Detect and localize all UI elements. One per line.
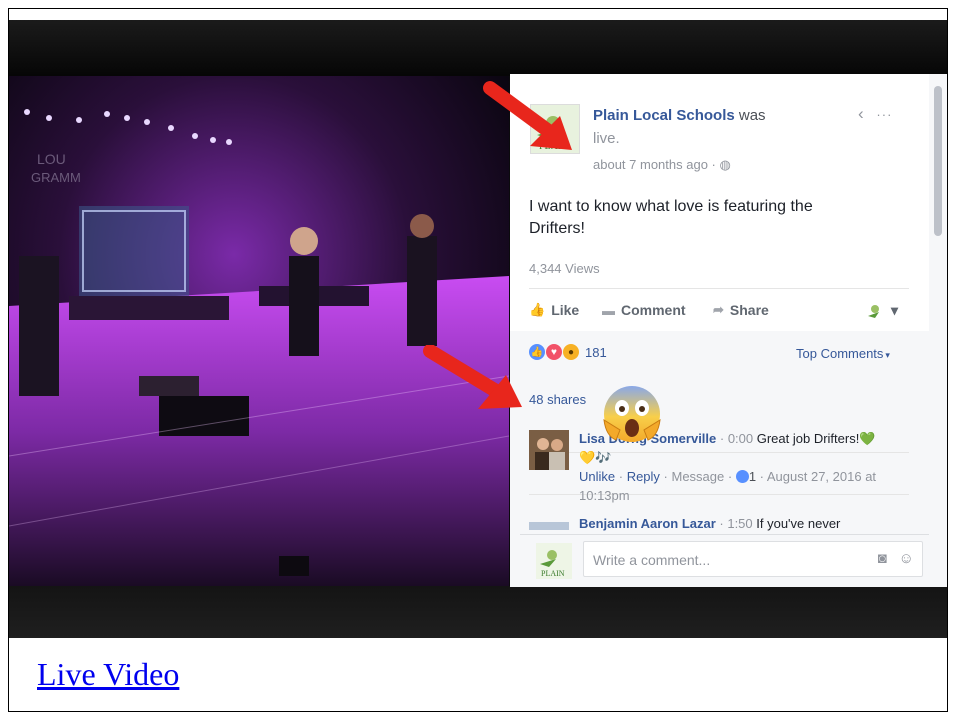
message-link[interactable]: Message xyxy=(672,469,725,484)
comments-scrollbar[interactable] xyxy=(929,74,947,587)
post-message: I want to know what love is featuring th… xyxy=(529,198,813,237)
like-icon: 👍 xyxy=(529,344,545,360)
commenter-avatar[interactable] xyxy=(529,430,569,470)
comment-like-count: 1 xyxy=(748,469,757,484)
current-page-avatar: PLAIN xyxy=(536,543,572,579)
like-button[interactable]: 👍 Like xyxy=(529,302,579,318)
unlike-link[interactable]: Unlike xyxy=(579,469,615,484)
share-label: Share xyxy=(729,302,769,318)
post-actions-bar: 👍 Like ▬ Comment ➦ Share ▾ xyxy=(529,302,911,324)
video-top-band xyxy=(9,20,947,76)
camera-icon[interactable]: ◙ xyxy=(878,550,887,567)
divider xyxy=(529,288,909,289)
comment-text: Great job Drifters! xyxy=(756,431,860,446)
scrollbar-thumb[interactable] xyxy=(934,86,942,236)
comment-like-icon xyxy=(735,470,749,483)
plain-schools-logo: PLAIN xyxy=(537,116,568,152)
page-mini-logo-icon xyxy=(868,304,879,318)
page-name-link[interactable]: Plain Local Schools xyxy=(593,107,735,124)
comment-author-link[interactable]: Benjamin Aaron Lazar xyxy=(579,516,716,531)
live-video-link[interactable]: Live Video xyxy=(37,656,179,693)
like-label: Like xyxy=(551,302,580,318)
commenter-photo xyxy=(529,430,569,470)
globe-icon: ◍ xyxy=(719,157,731,172)
separator: · xyxy=(615,469,627,484)
comment-text: If you've never xyxy=(756,516,841,531)
love-icon: ♥ xyxy=(546,344,562,360)
view-count: 4,344 Views xyxy=(529,261,600,276)
post-status-line: live. xyxy=(593,130,620,147)
comment-button[interactable]: ▬ Comment xyxy=(602,302,686,318)
speech-bubble-icon: ▬ xyxy=(602,302,615,318)
facebook-post-panel: PLAIN Plain Local Schools was live. abou… xyxy=(510,74,947,587)
comment-placeholder: Write a comment... xyxy=(593,552,711,568)
plain-schools-logo: PLAIN xyxy=(540,550,565,578)
post-time-text[interactable]: about 7 months ago · xyxy=(593,157,719,172)
comment-composer: PLAIN Write a comment... ◙ ☺ xyxy=(520,534,929,587)
commenter-avatar[interactable] xyxy=(529,522,569,530)
reaction-count: 181 xyxy=(585,344,607,360)
smiley-icon[interactable]: ☺ xyxy=(899,550,914,567)
shares-link[interactable]: 48 shares xyxy=(529,392,586,407)
caret-down-icon: ▾ xyxy=(885,350,890,360)
top-comments-dropdown[interactable]: Top Comments ▾ xyxy=(796,346,890,361)
separator: · xyxy=(659,469,672,484)
separator: · xyxy=(756,469,767,484)
stage-banner-text: LOU xyxy=(37,151,66,167)
top-comments-label: Top Comments xyxy=(796,346,884,361)
thumbs-up-icon: 👍 xyxy=(529,302,546,317)
post-header: Plain Local Schools was xyxy=(593,107,766,124)
comment-timestamp[interactable]: · 1:50 xyxy=(716,516,756,531)
share-button[interactable]: ➦ Share xyxy=(713,302,769,318)
chevron-down-icon: ▾ xyxy=(891,302,899,318)
video-bottom-band xyxy=(9,586,947,638)
comment-label: Comment xyxy=(621,302,686,318)
back-chevron-icon[interactable]: ‹ xyxy=(858,104,865,123)
separator: · xyxy=(724,469,736,484)
comment-input-icons: ◙ ☺ xyxy=(878,550,914,567)
shocked-face-icon xyxy=(603,386,661,442)
concert-stage-video[interactable]: LOU GRAMM xyxy=(9,76,509,586)
comment-input[interactable]: Write a comment... ◙ ☺ xyxy=(583,541,923,577)
svg-text:PLAIN: PLAIN xyxy=(541,569,565,578)
stage-illustration: LOU GRAMM xyxy=(9,76,509,586)
page-avatar[interactable]: PLAIN xyxy=(530,104,580,154)
post-header-controls: ‹ ··· xyxy=(858,104,892,124)
post-status: was xyxy=(734,107,766,124)
svg-text:GRAMM: GRAMM xyxy=(31,170,81,185)
svg-text:PLAIN: PLAIN xyxy=(539,141,568,152)
post-as-selector[interactable]: ▾ xyxy=(867,302,898,319)
share-arrow-icon: ➦ xyxy=(713,302,724,317)
post-timestamp[interactable]: about 7 months ago · ◍ xyxy=(593,157,731,173)
comment-item: Benjamin Aaron Lazar · 1:50 If you've ne… xyxy=(579,516,840,531)
wow-icon: ● xyxy=(563,344,579,360)
reaction-summary[interactable]: 👍 ♥ ● 181 xyxy=(529,344,607,360)
more-options-icon[interactable]: ··· xyxy=(876,107,892,122)
reply-link[interactable]: Reply xyxy=(627,469,660,484)
comment-timestamp[interactable]: · 0:00 xyxy=(716,431,756,446)
